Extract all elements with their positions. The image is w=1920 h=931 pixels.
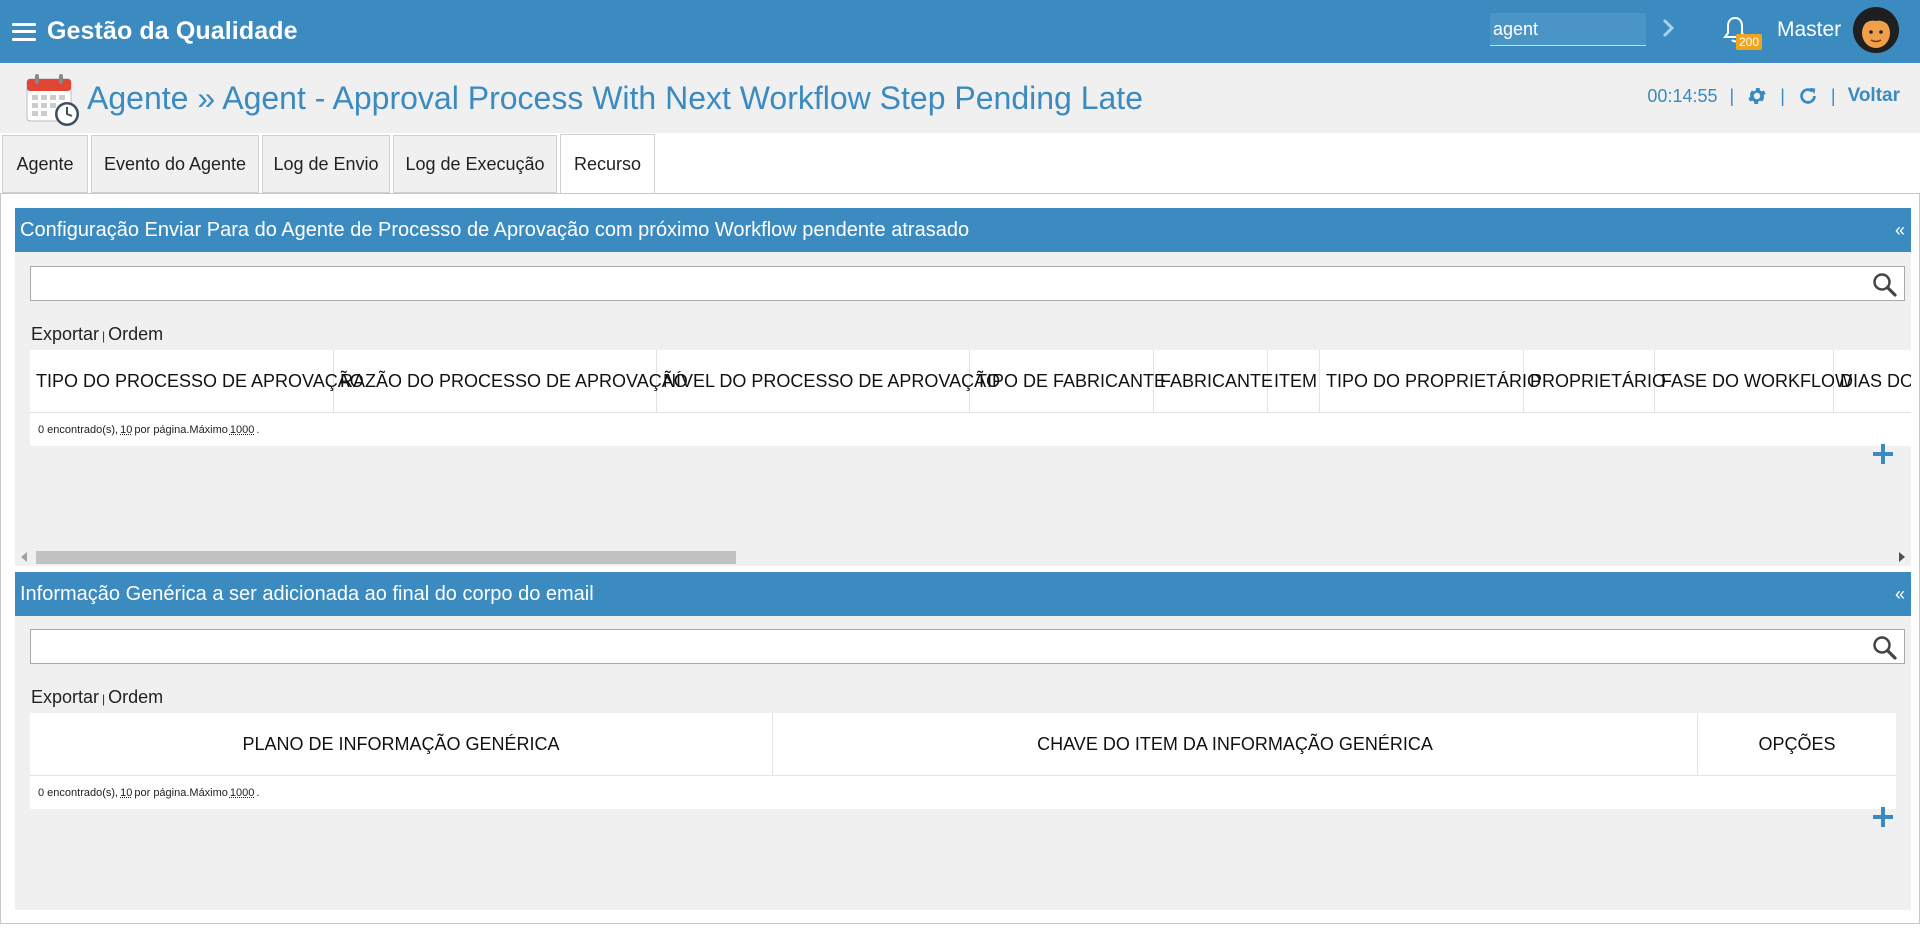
tab-agente[interactable]: Agente [2, 135, 88, 193]
pager-count: 0 encontrado(s), [38, 786, 119, 799]
panel-title: Configuração Enviar Para do Agente de Pr… [20, 218, 970, 241]
separator: | [102, 692, 106, 706]
order-link[interactable]: Ordem [108, 687, 163, 707]
chevron-right-icon[interactable] [1660, 16, 1678, 40]
grid-pager: 0 encontrado(s), 10 por página.Máximo 10… [30, 413, 1911, 446]
grid-header-row: PLANO DE INFORMAÇÃO GENÉRICA CHAVE DO IT… [30, 713, 1896, 776]
generic-info-grid: PLANO DE INFORMAÇÃO GENÉRICA CHAVE DO IT… [30, 713, 1896, 809]
column-header[interactable]: PROPRIETÁRIO [1524, 350, 1666, 412]
column-header[interactable]: FASE DO WORKFLOW [1655, 350, 1852, 412]
calendar-clock-icon [26, 74, 79, 126]
tab-recurso[interactable]: Recurso [560, 134, 655, 194]
hamburger-menu-icon[interactable] [12, 22, 36, 41]
panel-header: Configuração Enviar Para do Agente de Pr… [15, 208, 1911, 252]
tab-bar: Agente Evento do Agente Log de Envio Log… [0, 133, 1920, 194]
page-header: Agente » Agent - Approval Process With N… [0, 63, 1920, 133]
panel-header: Informação Genérica a ser adicionada ao … [15, 572, 1911, 616]
export-link[interactable]: Exportar [31, 324, 99, 344]
grid-filter [30, 629, 1905, 664]
avatar-face-icon [1853, 7, 1899, 53]
refresh-icon[interactable] [1797, 85, 1819, 107]
grid-filter [30, 266, 1905, 301]
column-header[interactable]: ITEM [1268, 350, 1320, 412]
scroll-right-icon[interactable] [1899, 552, 1905, 562]
search-icon[interactable] [1872, 272, 1898, 298]
user-name[interactable]: Master [1777, 18, 1841, 42]
gear-icon[interactable] [1746, 85, 1768, 107]
add-icon[interactable] [1873, 444, 1893, 464]
tab-content: Configuração Enviar Para do Agente de Pr… [0, 193, 1920, 924]
top-bar: Gestão da Qualidade 200 Master [0, 0, 1920, 63]
tab-log-de-execucao[interactable]: Log de Execução [393, 135, 557, 193]
column-header[interactable]: PLANO DE INFORMAÇÃO GENÉRICA [30, 713, 773, 775]
tab-evento-do-agente[interactable]: Evento do Agente [91, 135, 259, 193]
max-records-select[interactable]: 1000 [230, 787, 254, 799]
recipient-config-panel: Configuração Enviar Para do Agente de Pr… [15, 208, 1911, 566]
grid-actions: Exportar | Ordem [31, 687, 163, 708]
column-header[interactable]: NÍVEL DO PROCESSO DE APROVAÇÃO [657, 350, 1000, 412]
collapse-icon[interactable]: « [1895, 584, 1905, 605]
column-header[interactable]: OPÇÕES [1698, 713, 1896, 775]
order-link[interactable]: Ordem [108, 324, 163, 344]
global-search-input[interactable] [1490, 13, 1646, 46]
panel-title: Informação Genérica a ser adicionada ao … [20, 582, 594, 605]
pager-text: por página.Máximo [134, 786, 228, 799]
search-icon[interactable] [1872, 635, 1898, 661]
scrollbar-thumb[interactable] [36, 551, 736, 564]
column-header[interactable]: TIPO DO PROCESSO DE APROVAÇÃO [30, 350, 364, 412]
column-header[interactable]: RAZÃO DO PROCESSO DE APROVAÇÃO [334, 350, 688, 412]
page-title: Agente » Agent - Approval Process With N… [87, 80, 1143, 116]
separator: | [102, 329, 106, 343]
grid-pager: 0 encontrado(s), 10 por página.Máximo 10… [30, 776, 1896, 809]
tab-log-de-envio[interactable]: Log de Envio [262, 135, 390, 193]
app-title: Gestão da Qualidade [47, 17, 298, 45]
per-page-select[interactable]: 10 [120, 787, 132, 799]
scroll-left-icon[interactable] [21, 552, 27, 562]
recipient-grid: TIPO DO PROCESSO DE APROVAÇÃO RAZÃO DO P… [30, 350, 1911, 446]
filter-input[interactable] [31, 267, 1904, 300]
back-link[interactable]: Voltar [1848, 85, 1900, 107]
separator: | [1729, 85, 1735, 106]
column-header[interactable]: TIPO DO PROPRIETÁRIO [1320, 350, 1541, 412]
generic-info-panel: Informação Genérica a ser adicionada ao … [15, 572, 1911, 910]
pager-end: . [256, 423, 260, 436]
column-header[interactable]: DIAS DO T [1834, 350, 1911, 412]
add-icon[interactable] [1873, 807, 1893, 827]
grid-header-row: TIPO DO PROCESSO DE APROVAÇÃO RAZÃO DO P… [30, 350, 1911, 413]
column-header[interactable]: FABRICANTE [1154, 350, 1273, 412]
pager-text: por página.Máximo [134, 423, 228, 436]
separator: | [1780, 85, 1785, 106]
session-timer: 00:14:55 [1647, 85, 1718, 106]
column-header[interactable]: TIPO DE FABRICANTE [970, 350, 1166, 412]
pager-end: . [256, 786, 260, 799]
collapse-icon[interactable]: « [1895, 220, 1905, 241]
user-avatar[interactable] [1853, 7, 1899, 53]
export-link[interactable]: Exportar [31, 687, 99, 707]
grid-actions: Exportar | Ordem [31, 324, 163, 345]
per-page-select[interactable]: 10 [120, 424, 132, 436]
header-actions: 00:14:55 | | | Voltar [1647, 85, 1900, 107]
horizontal-scrollbar[interactable] [15, 548, 1911, 566]
column-header[interactable]: CHAVE DO ITEM DA INFORMAÇÃO GENÉRICA [773, 713, 1698, 775]
notification-count-badge: 200 [1736, 34, 1763, 50]
max-records-select[interactable]: 1000 [230, 424, 254, 436]
separator: | [1830, 85, 1836, 106]
filter-input[interactable] [31, 630, 1904, 663]
pager-count: 0 encontrado(s), [38, 423, 119, 436]
